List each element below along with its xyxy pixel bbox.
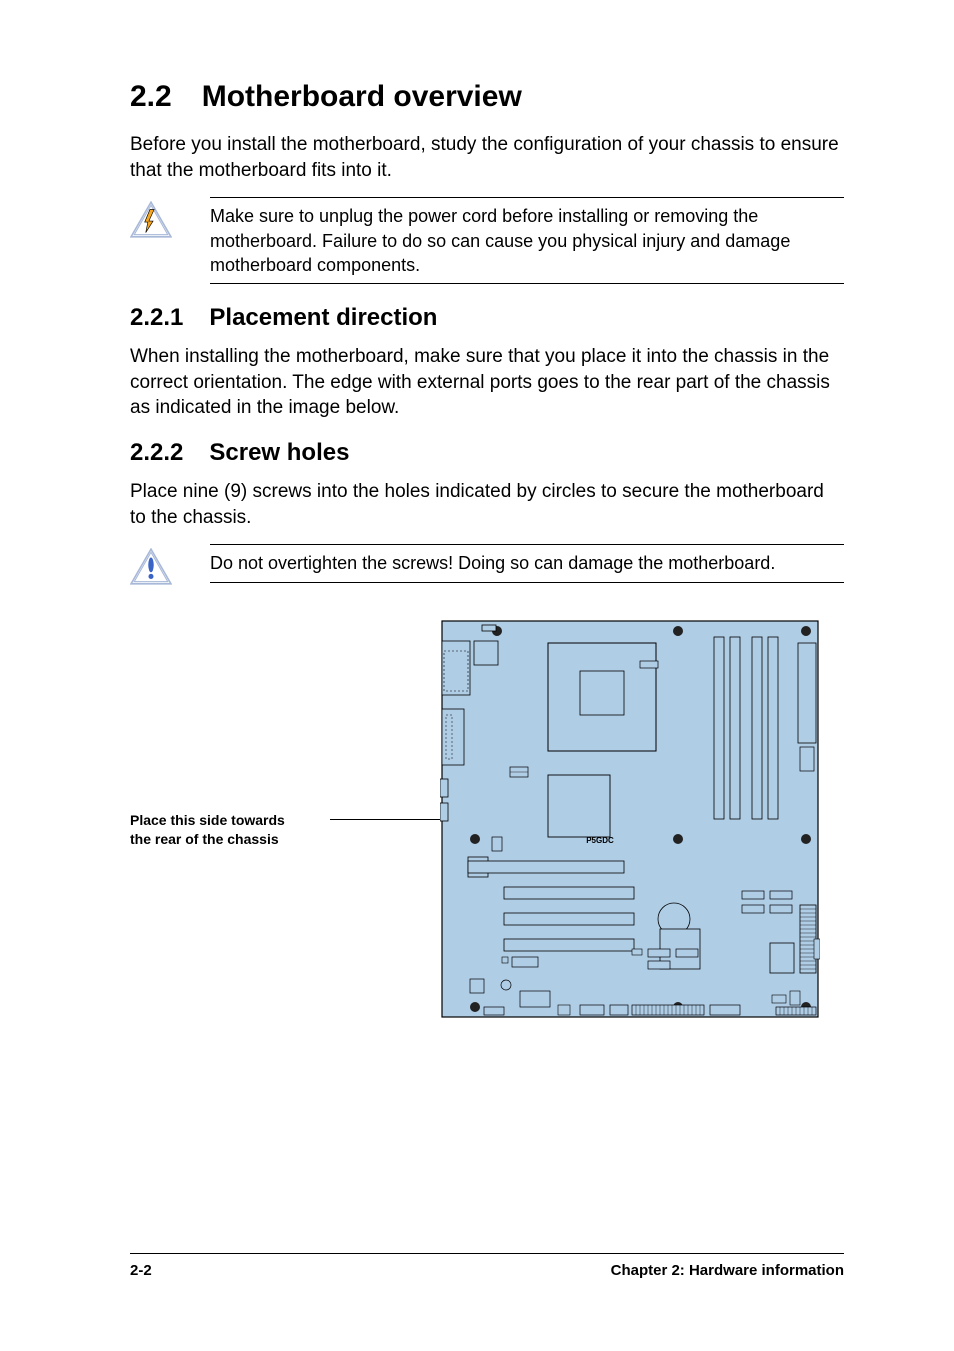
section-intro: Before you install the motherboard, stud…: [130, 132, 844, 183]
motherboard-diagram-wrap: P5GDC: [440, 619, 844, 1019]
lightning-warning-icon: [130, 201, 172, 244]
caution-note: Do not overtighten the screws! Doing so …: [130, 544, 844, 591]
warning-text-container: Make sure to unplug the power cord befor…: [210, 197, 844, 284]
subsection-1-title: Placement direction: [209, 304, 437, 331]
motherboard-diagram: P5GDC: [440, 619, 820, 1019]
figure-callout: Place this side towards the rear of the …: [130, 811, 440, 849]
warning-text: Make sure to unplug the power cord befor…: [210, 204, 844, 277]
callout-pointer-line: [330, 819, 440, 820]
warning-note: Make sure to unplug the power cord befor…: [130, 197, 844, 284]
figure-container: Place this side towards the rear of the …: [130, 619, 844, 1019]
section-number: 2.2: [130, 80, 172, 113]
caution-text: Do not overtighten the screws! Doing so …: [210, 551, 844, 575]
subsection-2-number: 2.2.2: [130, 439, 183, 466]
chapter-title: Chapter 2: Hardware information: [611, 1262, 844, 1279]
callout-line2: the rear of the chassis: [130, 831, 279, 847]
page-number: 2-2: [130, 1262, 152, 1279]
subsection-1-heading: 2.2.1 Placement direction: [130, 304, 844, 332]
subsection-2-heading: 2.2.2 Screw holes: [130, 439, 844, 467]
board-label: P5GDC: [586, 836, 614, 845]
page-footer: 2-2 Chapter 2: Hardware information: [130, 1253, 844, 1279]
subsection-2-title: Screw holes: [209, 439, 349, 466]
subsection-1-body: When installing the motherboard, make su…: [130, 344, 844, 421]
subsection-2-body: Place nine (9) screws into the holes ind…: [130, 479, 844, 530]
section-title-text: Motherboard overview: [202, 80, 522, 113]
callout-line1: Place this side towards: [130, 812, 285, 828]
caution-text-container: Do not overtighten the screws! Doing so …: [210, 544, 844, 582]
figure-callout-area: Place this side towards the rear of the …: [130, 619, 440, 849]
exclamation-caution-icon: [130, 548, 172, 591]
section-heading: 2.2 Motherboard overview: [130, 80, 844, 114]
subsection-1-number: 2.2.1: [130, 304, 183, 331]
